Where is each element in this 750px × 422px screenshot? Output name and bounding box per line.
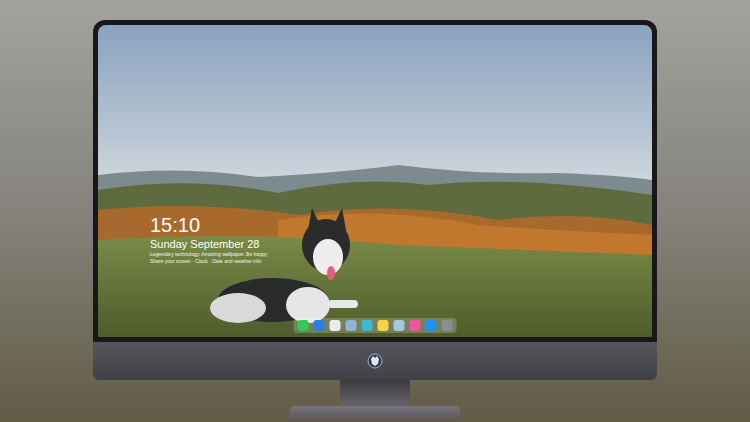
- dock-app-icon[interactable]: [394, 320, 405, 331]
- dock-app-icon[interactable]: [410, 320, 421, 331]
- brand-logo-icon: [367, 353, 383, 369]
- dock-app-icon[interactable]: [378, 320, 389, 331]
- clock-date: Sunday September 28: [150, 237, 267, 251]
- dock: [294, 318, 457, 333]
- dock-app-icon[interactable]: [346, 320, 357, 331]
- dock-app-icon[interactable]: [298, 320, 309, 331]
- lock-screen: 15:10Sunday September 28Legendary techno…: [98, 25, 652, 337]
- info-line: Share your screen · Clock · Date and wea…: [150, 258, 267, 265]
- dock-app-icon[interactable]: [442, 320, 453, 331]
- dock-app-icon[interactable]: [314, 320, 325, 331]
- clock-time: 15:10: [150, 213, 267, 237]
- dock-app-icon[interactable]: [362, 320, 373, 331]
- info-line: Legendary technology. Amazing wallpaper.…: [150, 251, 267, 258]
- monitor: 15:10Sunday September 28Legendary techno…: [93, 20, 657, 418]
- dock-app-icon[interactable]: [330, 320, 341, 331]
- husky-figure: [210, 208, 358, 323]
- monitor-neck: [340, 380, 410, 406]
- monitor-base: [290, 406, 460, 418]
- monitor-chin: [93, 342, 657, 380]
- mockup-scene: 15:10Sunday September 28Legendary techno…: [0, 0, 750, 422]
- screen-bezel: 15:10Sunday September 28Legendary techno…: [93, 20, 657, 342]
- dock-app-icon[interactable]: [426, 320, 437, 331]
- wallpaper-photo: [98, 25, 652, 337]
- clock-widget: 15:10Sunday September 28Legendary techno…: [150, 213, 267, 265]
